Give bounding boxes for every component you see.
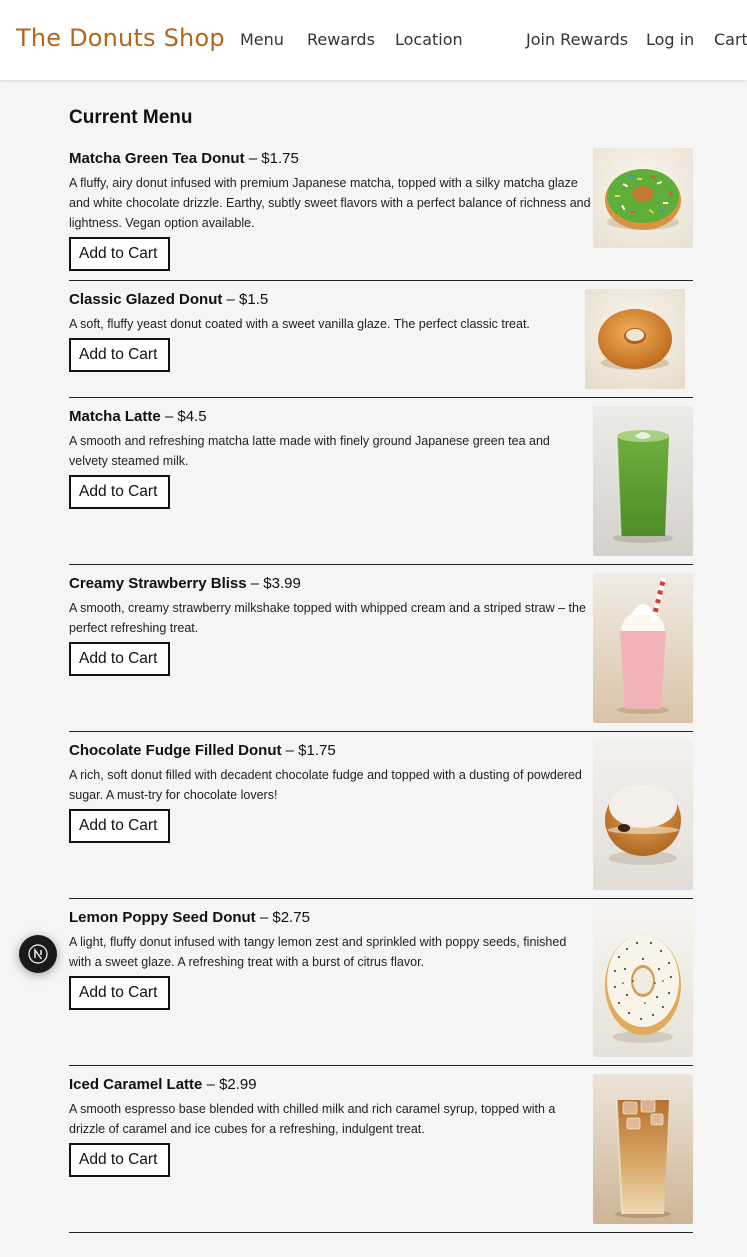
login-link[interactable]: Log in xyxy=(646,30,694,49)
item-description: A smooth and refreshing matcha latte mad… xyxy=(69,434,550,468)
item-title: Lemon Poppy Seed Donut – $2.75 xyxy=(69,909,310,926)
page-title: Current Menu xyxy=(69,107,193,128)
add-to-cart-button[interactable]: Add to Cart xyxy=(69,1143,170,1177)
item-name: Matcha Latte xyxy=(69,408,161,425)
item-name: Chocolate Fudge Filled Donut xyxy=(69,742,282,759)
nav-location-link[interactable]: Location xyxy=(395,30,463,49)
item-description: A rich, soft donut filled with decadent … xyxy=(69,768,582,802)
item-price: – $4.5 xyxy=(164,408,207,425)
item-description: A smooth, creamy strawberry milkshake to… xyxy=(69,601,586,635)
item-price: – $1.5 xyxy=(226,291,269,308)
item-title: Creamy Strawberry Bliss – $3.99 xyxy=(69,575,301,592)
item-name: Classic Glazed Donut xyxy=(69,291,223,308)
join-rewards-link[interactable]: Join Rewards xyxy=(526,30,628,49)
item-description: A smooth espresso base blended with chil… xyxy=(69,1102,556,1136)
lemon-poppy-donut-image xyxy=(593,907,693,1057)
item-description: A light, fluffy donut infused with tangy… xyxy=(69,935,567,969)
add-to-cart-button[interactable]: Add to Cart xyxy=(69,475,170,509)
fudge-donut-image xyxy=(593,740,693,890)
cart-link[interactable]: Cart xyxy=(714,30,747,49)
menu-item: Classic Glazed Donut – $1.5 A soft, fluf… xyxy=(69,289,693,398)
item-title: Matcha Latte – $4.5 xyxy=(69,408,207,425)
iced-caramel-latte-image xyxy=(593,1074,693,1224)
item-title: Chocolate Fudge Filled Donut – $1.75 xyxy=(69,742,336,759)
item-description: A soft, fluffy yeast donut coated with a… xyxy=(69,317,530,331)
add-to-cart-button[interactable]: Add to Cart xyxy=(69,809,170,843)
item-price: – $1.75 xyxy=(285,742,336,759)
item-title: Classic Glazed Donut – $1.5 xyxy=(69,291,268,308)
brand-logo[interactable]: The Donuts Shop xyxy=(16,24,225,52)
nav-rewards-link[interactable]: Rewards xyxy=(307,30,375,49)
menu-item: Lemon Poppy Seed Donut – $2.75 A light, … xyxy=(69,907,693,1066)
nav-menu-link[interactable]: Menu xyxy=(240,30,284,49)
item-name: Creamy Strawberry Bliss xyxy=(69,575,247,592)
item-price: – $1.75 xyxy=(248,150,299,167)
item-name: Iced Caramel Latte xyxy=(69,1076,203,1093)
site-header: The Donuts Shop Menu Rewards Location Jo… xyxy=(0,0,747,80)
item-price: – $2.75 xyxy=(259,909,310,926)
n-logo-icon[interactable] xyxy=(19,935,57,973)
item-name: Lemon Poppy Seed Donut xyxy=(69,909,256,926)
menu-item: Chocolate Fudge Filled Donut – $1.75 A r… xyxy=(69,740,693,899)
item-price: – $2.99 xyxy=(206,1076,257,1093)
item-name: Matcha Green Tea Donut xyxy=(69,150,245,167)
menu-item: Matcha Green Tea Donut – $1.75 A fluffy,… xyxy=(69,148,693,281)
add-to-cart-button[interactable]: Add to Cart xyxy=(69,642,170,676)
matcha-latte-image xyxy=(593,406,693,556)
item-title: Matcha Green Tea Donut – $1.75 xyxy=(69,150,299,167)
add-to-cart-button[interactable]: Add to Cart xyxy=(69,237,170,271)
matcha-donut-image xyxy=(593,148,693,248)
strawberry-shake-image xyxy=(593,573,693,723)
item-description: A fluffy, airy donut infused with premiu… xyxy=(69,176,591,230)
add-to-cart-button[interactable]: Add to Cart xyxy=(69,338,170,372)
glazed-donut-image xyxy=(585,289,685,389)
add-to-cart-button[interactable]: Add to Cart xyxy=(69,976,170,1010)
menu-item: Iced Caramel Latte – $2.99 A smooth espr… xyxy=(69,1074,693,1233)
item-price: – $3.99 xyxy=(250,575,301,592)
menu-item: Creamy Strawberry Bliss – $3.99 A smooth… xyxy=(69,573,693,732)
item-title: Iced Caramel Latte – $2.99 xyxy=(69,1076,257,1093)
menu-item: Matcha Latte – $4.5 A smooth and refresh… xyxy=(69,406,693,565)
